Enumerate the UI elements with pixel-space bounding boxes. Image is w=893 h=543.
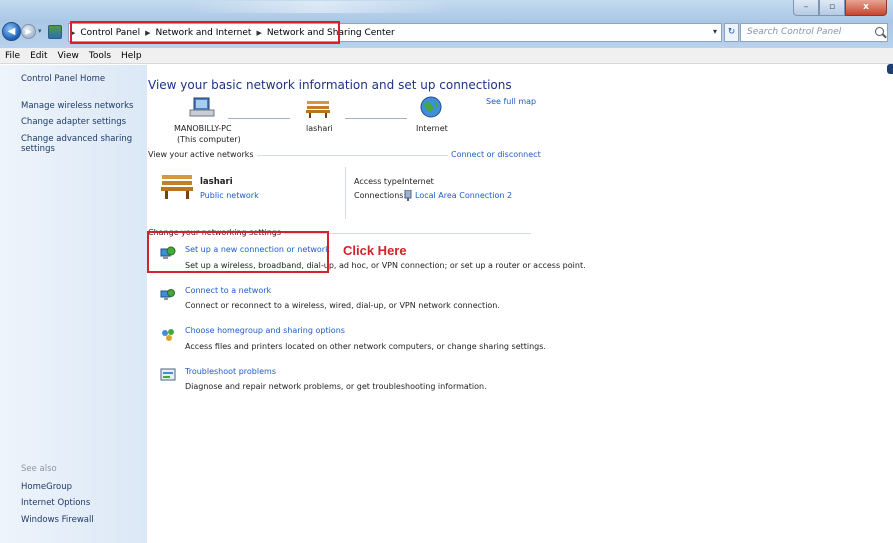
help-icon[interactable] [887,64,893,74]
forward-arrow-icon[interactable]: ▶ [21,24,36,39]
address-dropdown-chevron-icon[interactable]: ▾ [713,27,717,36]
menu-tools[interactable]: Tools [84,51,116,61]
search-icon[interactable] [875,27,884,36]
connections-label: Connections: [354,191,407,200]
change-settings-heading: Change your networking settings [148,228,285,237]
troubleshoot-problems-desc: Diagnose and repair network problems, or… [185,382,487,391]
set-up-new-connection-desc: Set up a wireless, broadband, dial-up, a… [185,261,586,270]
sidebar-control-panel-home[interactable]: Control Panel Home [21,74,105,84]
internet-globe-icon [420,96,442,118]
search-input[interactable]: Search Control Panel [740,23,888,42]
computer-icon [189,97,215,117]
homegroup-icon [162,329,174,341]
active-networks-heading: View your active networks [148,150,257,159]
see-full-map-link[interactable]: See full map [486,97,536,106]
search-placeholder: Search Control Panel [747,27,842,37]
vertical-divider [345,167,346,219]
homegroup-sharing-desc: Access files and printers located on oth… [185,342,546,351]
local-area-connection-link[interactable]: Local Area Connection 2 [415,191,512,200]
troubleshoot-icon [160,368,176,381]
menu-view[interactable]: View [53,51,84,61]
map-connector-line [228,118,290,119]
active-network-name: lashari [200,177,233,187]
breadcrumb-network-and-sharing-center[interactable]: Network and Sharing Center [263,28,399,38]
computer-sub-label: (This computer) [177,135,241,144]
connect-to-network-icon [160,289,175,300]
network-adapter-icon [404,190,412,201]
menu-edit[interactable]: Edit [25,51,52,61]
breadcrumb-separator-icon[interactable]: ▶ [255,29,262,37]
see-also-heading: See also [21,464,57,474]
back-arrow-icon[interactable]: ◀ [2,22,21,41]
access-type-label: Access type: [354,177,405,186]
menu-help[interactable]: Help [116,51,147,61]
sidebar-manage-wireless-networks[interactable]: Manage wireless networks [21,101,133,111]
sidebar-change-advanced-sharing-settings[interactable]: Change advanced sharing settings [21,134,133,154]
set-up-new-connection-link[interactable]: Set up a new connection or network [185,245,330,254]
see-also-internet-options[interactable]: Internet Options [21,498,90,508]
breadcrumb-network-and-internet[interactable]: Network and Internet [151,28,255,38]
connect-or-disconnect-link[interactable]: Connect or disconnect [448,150,541,159]
minimize-button[interactable]: – [793,0,819,16]
homegroup-sharing-link[interactable]: Choose homegroup and sharing options [185,326,345,335]
network-name-label: lashari [306,124,333,133]
breadcrumb-separator-icon[interactable]: ▶ [144,29,151,37]
close-button[interactable]: x [845,0,887,16]
page-title: View your basic network information and … [148,78,512,92]
breadcrumb-separator-icon[interactable]: ▶ [69,29,76,37]
window-title-blurred [190,1,450,13]
computer-name-label: MANOBILLY-PC [174,124,232,133]
map-connector-line [345,118,407,119]
connect-to-network-desc: Connect or reconnect to a wireless, wire… [185,301,500,310]
see-also-homegroup[interactable]: HomeGroup [21,482,72,492]
refresh-icon[interactable]: ↻ [724,23,739,42]
sidebar-change-adapter-settings[interactable]: Change adapter settings [21,117,126,127]
bench-network-icon [306,101,330,118]
bench-network-icon [161,175,193,199]
see-also-windows-firewall[interactable]: Windows Firewall [21,515,94,525]
troubleshoot-problems-link[interactable]: Troubleshoot problems [185,367,276,376]
internet-label: Internet [416,124,448,133]
new-connection-icon [160,246,176,259]
menu-file[interactable]: File [0,51,25,61]
control-panel-icon [48,25,62,39]
breadcrumb-control-panel[interactable]: Control Panel [76,28,144,38]
connect-to-network-link[interactable]: Connect to a network [185,286,271,295]
network-type-link[interactable]: Public network [200,191,259,200]
tasks-sidebar: Control Panel Home Manage wireless netwo… [0,65,147,543]
address-bar[interactable]: ▶ Control Panel ▶ Network and Internet ▶… [68,23,722,42]
access-type-value: Internet [402,177,434,186]
recent-pages-chevron-icon[interactable]: ▾ [38,27,42,35]
maximize-button[interactable]: ▫ [819,0,845,16]
click-here-annotation: Click Here [343,243,407,258]
window-controls: – ▫ x [793,0,887,16]
menu-bar: File Edit View Tools Help [0,48,893,64]
